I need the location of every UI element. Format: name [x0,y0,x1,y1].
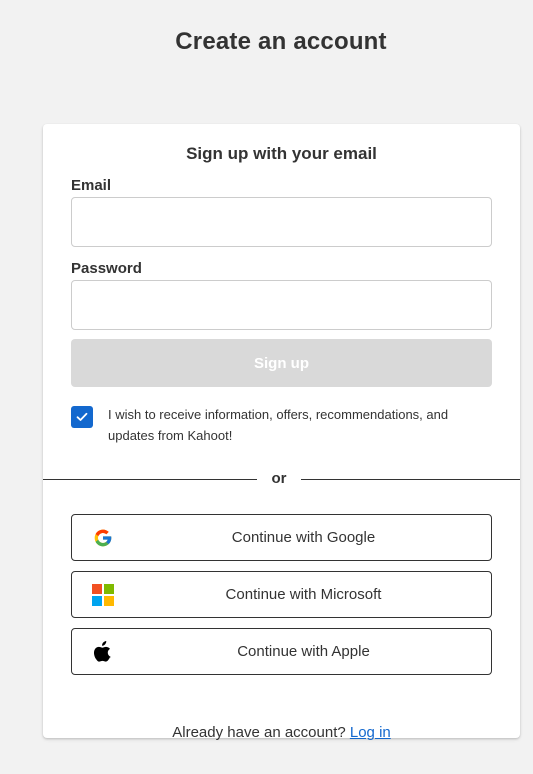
google-button[interactable]: Continue with Google [71,514,492,561]
apple-icon [91,640,114,663]
consent-row: I wish to receive information, offers, r… [71,404,491,454]
page-title: Create an account [175,28,387,55]
password-label: Password [71,260,142,277]
form-heading: Sign up with your email [186,144,377,163]
email-label: Email [71,177,112,194]
login-prompt: Already have an account? [172,724,346,741]
apple-button-label: Continue with Apple [237,643,370,660]
email-field[interactable] [71,197,492,247]
apple-button[interactable]: Continue with Apple [71,628,492,675]
checkmark-icon [76,412,88,421]
google-button-label: Continue with Google [231,529,376,546]
footer: Already have an account? Log in [43,724,520,741]
microsoft-icon [91,583,114,606]
signup-button[interactable]: Sign up [71,339,492,387]
login-link[interactable]: Log in [350,724,391,741]
consent-checkbox[interactable] [71,406,93,428]
microsoft-button[interactable]: Continue with Microsoft [71,571,492,618]
divider-line-right [301,479,520,480]
signup-card: Sign up with your email Email Password S… [43,124,520,741]
consent-text: I wish to receive information, offers, r… [108,407,449,443]
divider-line-left [43,479,257,480]
divider-text: or [271,470,287,487]
microsoft-button-label: Continue with Microsoft [225,586,382,603]
google-icon [91,526,114,549]
password-field[interactable] [71,280,492,330]
